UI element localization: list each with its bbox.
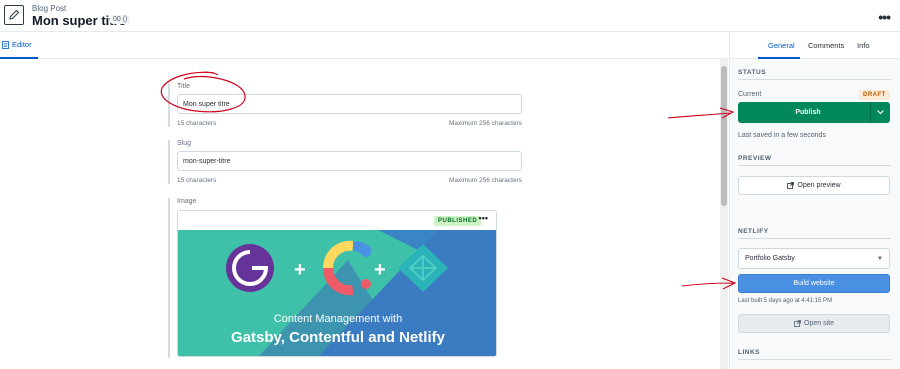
slug-char-count: 15 characters bbox=[177, 177, 217, 184]
chevron-down-icon[interactable] bbox=[870, 102, 890, 123]
image-caption-line1: Content Management with bbox=[274, 313, 402, 325]
slug-max-chars: Maximum 256 characters bbox=[449, 177, 522, 184]
entry-sidebar: General Comments Info STATUS Current DRA… bbox=[729, 32, 900, 369]
document-icon bbox=[2, 40, 9, 49]
tab-editor[interactable]: Editor bbox=[2, 40, 32, 49]
netlify-site-selected: Portfolio Gatsby bbox=[745, 255, 795, 262]
last-built-text: Last built 5 days ago at 4:41:15 PM bbox=[738, 298, 833, 304]
asset-card[interactable]: PUBLISHED ••• + + Content Management wit… bbox=[177, 210, 497, 357]
editor-scrollbar-thumb[interactable] bbox=[721, 66, 727, 206]
publish-button-label: Publish bbox=[795, 109, 821, 116]
plus-icon: + bbox=[374, 259, 386, 281]
title-char-count: 15 characters bbox=[177, 120, 217, 127]
sidebar-active-tab-indicator bbox=[758, 57, 800, 59]
publish-button[interactable]: Publish bbox=[738, 102, 890, 123]
netlify-site-select[interactable]: Portfolio Gatsby ▼ bbox=[738, 248, 890, 269]
edit-entry-icon bbox=[4, 5, 24, 25]
image-field: Image PUBLISHED ••• + + Content Manageme… bbox=[168, 198, 522, 358]
open-preview-label: Open preview bbox=[797, 182, 841, 189]
plus-icon: + bbox=[294, 259, 306, 281]
draft-status-badge: DRAFT bbox=[859, 90, 890, 100]
open-preview-button[interactable]: Open preview bbox=[738, 176, 890, 195]
tab-editor-label: Editor bbox=[12, 40, 32, 49]
asset-thumbnail: + + Content Management with Gatsby, Cont… bbox=[178, 230, 496, 356]
external-link-icon bbox=[794, 320, 801, 327]
status-divider bbox=[738, 79, 891, 80]
image-field-label: Image bbox=[177, 198, 197, 205]
gatsby-logo-icon bbox=[226, 244, 274, 292]
asset-more-button[interactable]: ••• bbox=[479, 213, 488, 223]
caret-down-icon: ▼ bbox=[877, 255, 883, 262]
links-divider bbox=[738, 359, 891, 360]
netlify-divider bbox=[738, 238, 891, 239]
preview-divider bbox=[738, 165, 891, 166]
locale-badge: 00 () bbox=[110, 15, 131, 24]
build-website-button[interactable]: Build website bbox=[738, 274, 890, 293]
title-max-chars: Maximum 256 characters bbox=[449, 120, 522, 127]
sidebar-tabs: General Comments Info bbox=[730, 32, 900, 59]
preview-heading: PREVIEW bbox=[738, 155, 772, 162]
tab-comments[interactable]: Comments bbox=[808, 41, 844, 50]
entry-header: Blog Post Mon super titre 00 () ••• bbox=[0, 0, 900, 32]
external-link-icon bbox=[787, 182, 795, 189]
editor-tab-bar: Editor bbox=[0, 32, 728, 59]
current-status-label: Current bbox=[738, 91, 762, 98]
last-saved-text: Last saved in a few seconds bbox=[738, 132, 826, 139]
tab-info[interactable]: Info bbox=[857, 41, 870, 50]
asset-status-badge: PUBLISHED bbox=[434, 216, 482, 226]
open-site-label: Open site bbox=[804, 320, 834, 327]
status-heading: STATUS bbox=[738, 69, 767, 76]
more-actions-button[interactable]: ••• bbox=[878, 9, 891, 25]
title-input[interactable]: Mon super titre bbox=[177, 94, 522, 114]
image-caption-line2: Gatsby, Contentful and Netlify bbox=[231, 329, 446, 346]
editor-main: Title Mon super titre 15 characters Maxi… bbox=[0, 59, 720, 369]
title-field: Title Mon super titre 15 characters Maxi… bbox=[168, 83, 522, 127]
content-type-label: Blog Post bbox=[32, 4, 67, 13]
slug-field: Slug mon-super-titre 15 characters Maxim… bbox=[168, 140, 522, 184]
tab-general[interactable]: General bbox=[768, 41, 795, 50]
slug-input[interactable]: mon-super-titre bbox=[177, 151, 522, 171]
slug-field-label: Slug bbox=[177, 140, 192, 147]
title-field-label: Title bbox=[177, 83, 190, 90]
netlify-heading: NETLIFY bbox=[738, 228, 769, 235]
links-heading: LINKS bbox=[738, 349, 760, 356]
open-site-button[interactable]: Open site bbox=[738, 314, 890, 333]
